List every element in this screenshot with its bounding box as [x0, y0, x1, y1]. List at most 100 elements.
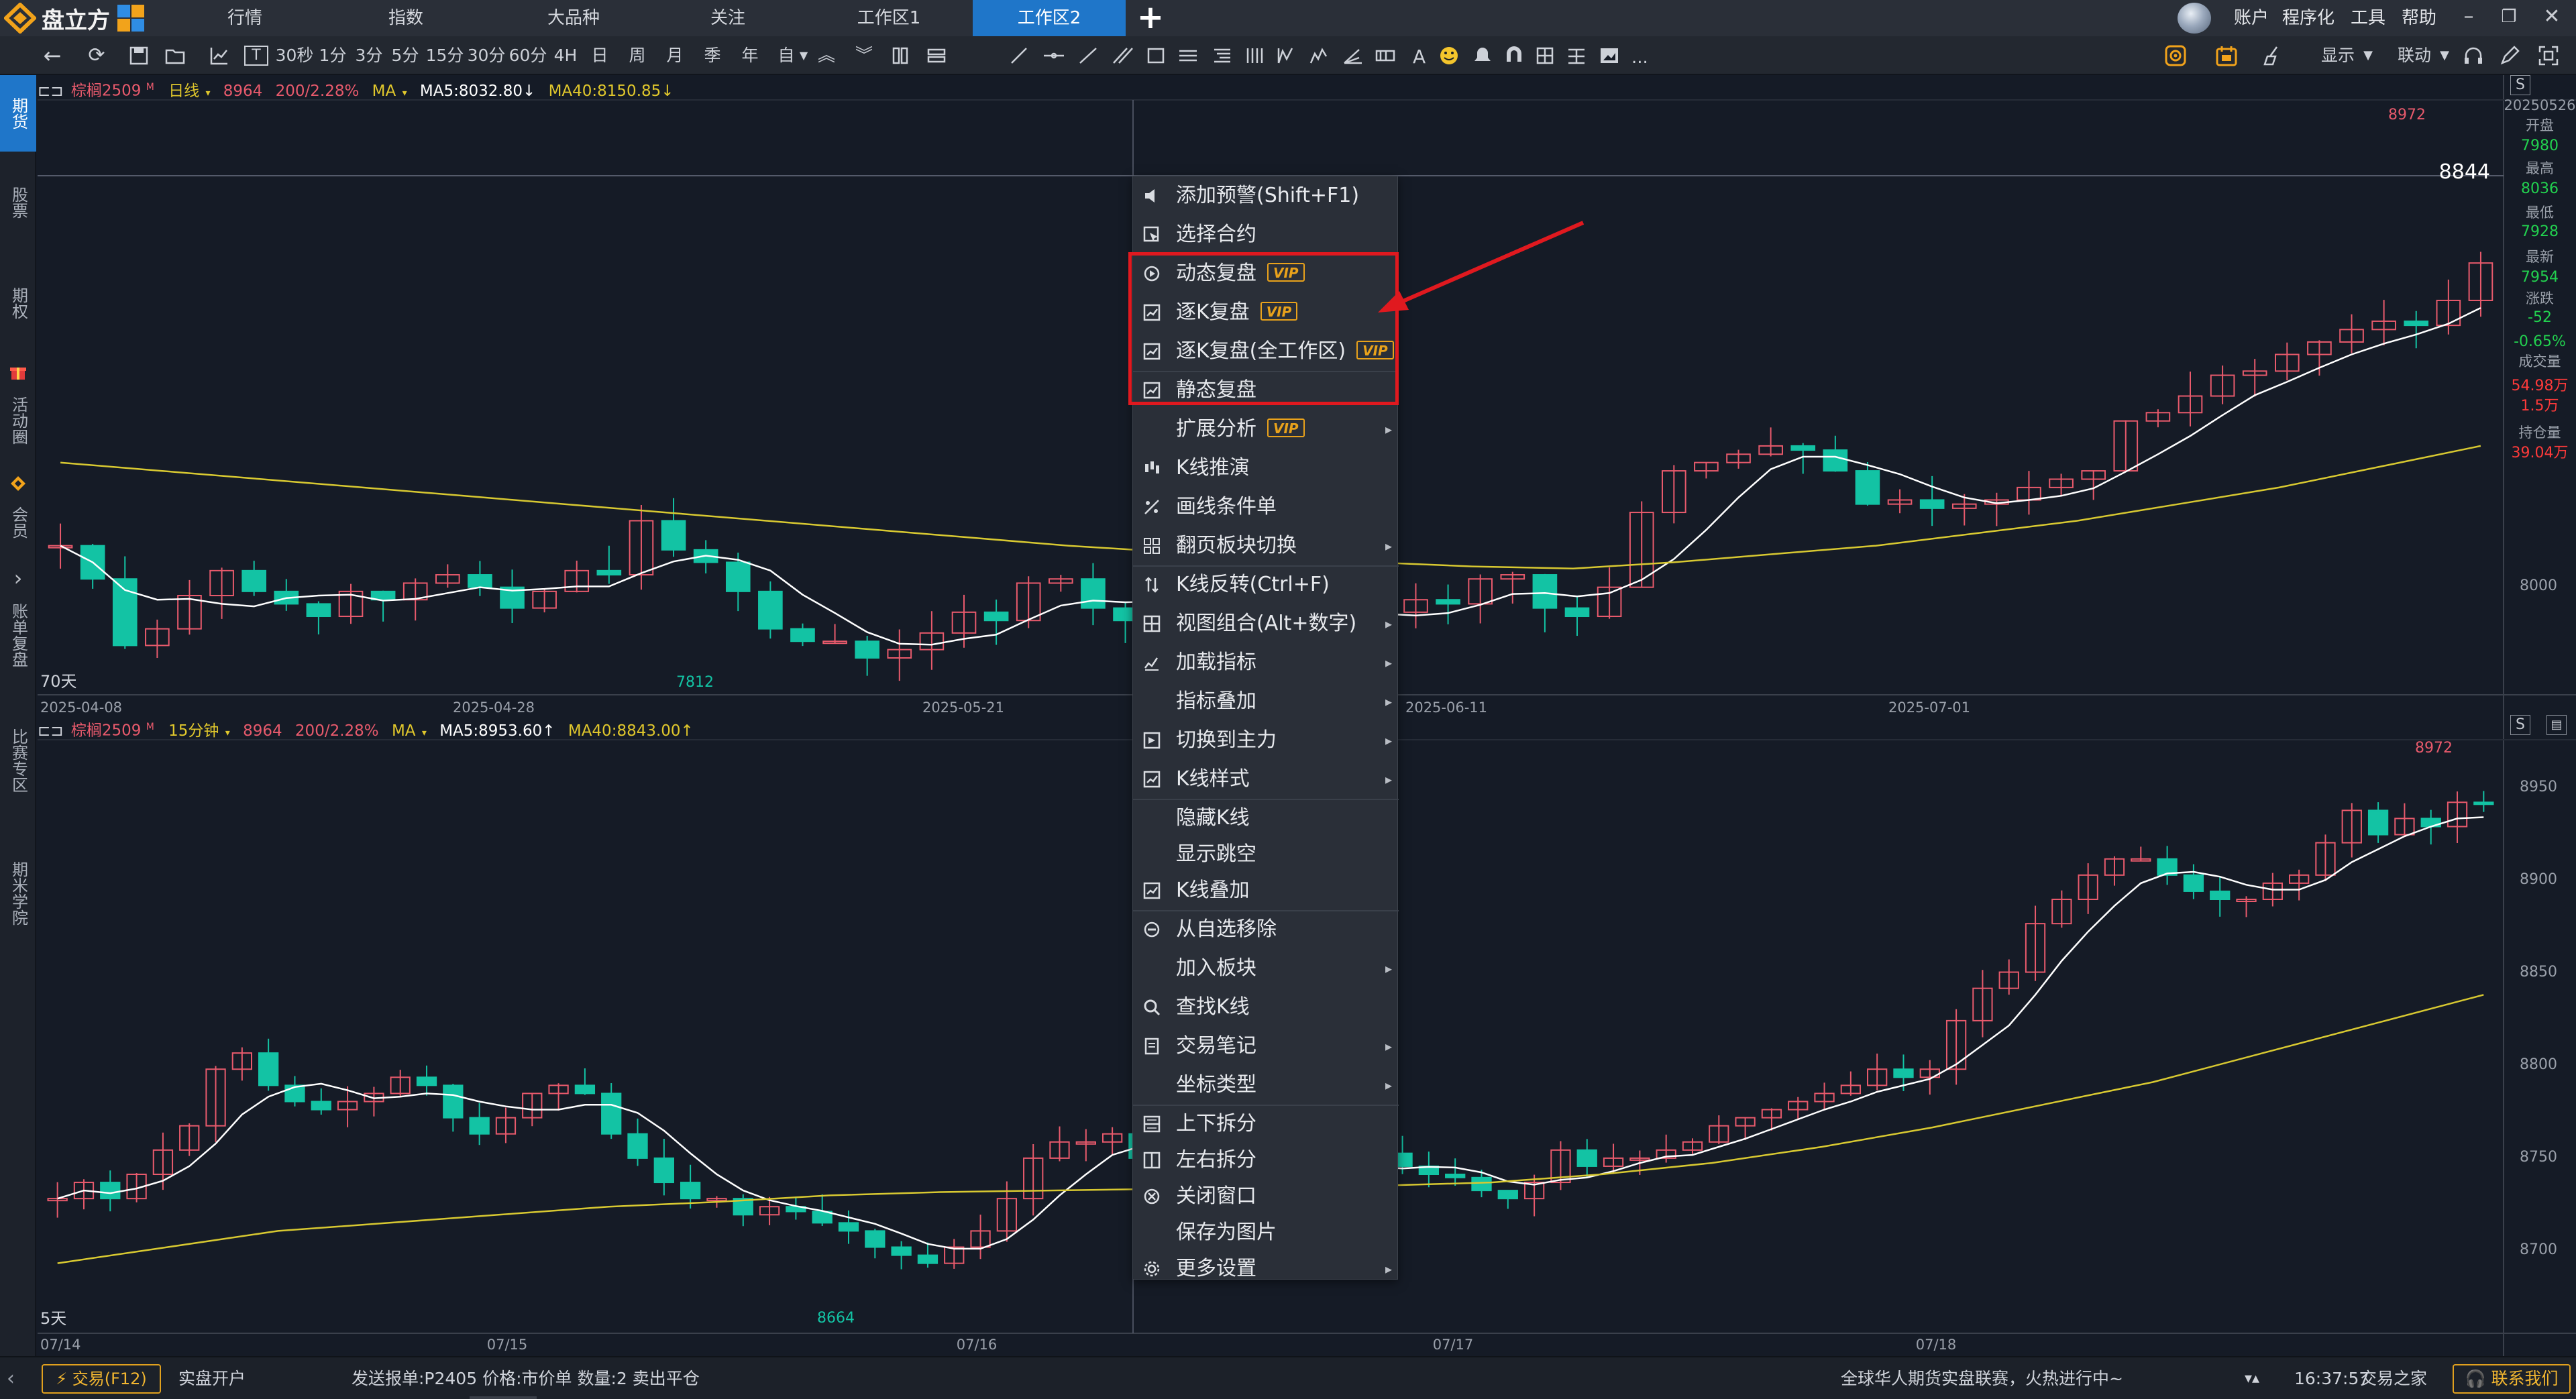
tab-index[interactable]: 指数	[362, 0, 449, 36]
menu-item-27[interactable]: 保存为图片	[1133, 1213, 1399, 1252]
drawing-tools-icons[interactable]: A ...	[885, 44, 1711, 67]
refresh-icon[interactable]: ⟳	[83, 36, 110, 75]
period-week[interactable]: 周	[624, 36, 651, 75]
period-15m[interactable]: 15分	[424, 36, 466, 75]
period-30m[interactable]: 30分	[466, 36, 507, 75]
broom-icon[interactable]	[2262, 44, 2289, 67]
menu-item-9[interactable]: 翻页板块切换 ▸	[1133, 526, 1399, 565]
close-icon[interactable]: ✕	[2532, 0, 2572, 36]
member-icon	[11, 476, 25, 491]
menu-item-17[interactable]: 显示跳空	[1133, 835, 1399, 874]
period-3m[interactable]: 3分	[352, 36, 386, 75]
link-dropdown[interactable]: 联动	[2388, 36, 2440, 75]
sidebar-item-member[interactable]: 会员	[0, 494, 36, 551]
period-60m[interactable]: 60分	[507, 36, 549, 75]
menu-item-24[interactable]: 上下拆分	[1133, 1105, 1399, 1143]
chevron-down-icon[interactable]: ▼	[797, 36, 810, 75]
menu-item-25[interactable]: 左右拆分	[1133, 1141, 1399, 1180]
period-day[interactable]: 日	[586, 36, 613, 75]
chevron-down-icon[interactable]: ▼	[2361, 36, 2375, 75]
candle-down	[758, 590, 783, 630]
letter-tool-icon: A	[1413, 46, 1426, 67]
period-30s[interactable]: 30秒	[274, 36, 315, 75]
period-month[interactable]: 月	[661, 36, 688, 75]
contact-button[interactable]: 🎧 联系我们	[2453, 1364, 2571, 1394]
menu-item-21[interactable]: 查找K线	[1133, 988, 1399, 1027]
menu-item-14[interactable]: 切换到主力 ▸	[1133, 721, 1399, 760]
sidebar-item-activity[interactable]: 活动圈	[0, 384, 36, 457]
minimize-icon[interactable]: –	[2449, 0, 2489, 36]
lightning-icon: ⚡	[56, 1369, 68, 1388]
tab-watch[interactable]: 关注	[684, 0, 771, 36]
menu-item-28[interactable]: 更多设置 ▸	[1133, 1249, 1399, 1288]
menu-item-8[interactable]: 画线条件单	[1133, 488, 1399, 526]
pen-icon[interactable]	[2498, 44, 2521, 67]
restore-icon[interactable]: ❐	[2489, 0, 2529, 36]
candle-down	[1081, 578, 1106, 609]
tab-major[interactable]: 大品种	[523, 0, 624, 36]
menu-item-20[interactable]: 加入板块 ▸	[1133, 949, 1399, 988]
back-icon[interactable]: ←	[39, 36, 66, 75]
menu-item-11[interactable]: 视图组合(Alt+数字) ▸	[1133, 604, 1399, 643]
panel-toggle-icon[interactable]: ▤	[2546, 715, 2567, 735]
tab-workspace-2[interactable]: 工作区2	[973, 0, 1126, 36]
menu-tools[interactable]: 工具	[2351, 0, 2385, 36]
add-tab-button[interactable]: +	[1134, 1, 1167, 35]
chart-icon[interactable]	[208, 44, 231, 67]
menu-item-26[interactable]: 关闭窗口	[1133, 1177, 1399, 1216]
scale-s-icon[interactable]: S	[2510, 715, 2530, 735]
period-4h[interactable]: 4H	[549, 36, 582, 75]
menu-item-12[interactable]: 加载指标 ▸	[1133, 643, 1399, 682]
menu-help[interactable]: 帮助	[2402, 0, 2436, 36]
period-5m[interactable]: 5分	[388, 36, 423, 75]
sidebar-item-stocks[interactable]: 股票	[0, 169, 36, 236]
open-account-link[interactable]: 实盘开户	[178, 1357, 246, 1399]
menu-item-label: 添加预警(Shift+F1)	[1176, 184, 1360, 207]
chevron-down-icon[interactable]: ▼	[2438, 36, 2451, 75]
open-folder-icon[interactable]	[164, 44, 186, 67]
menu-item-0[interactable]: 添加预警(Shift+F1)	[1133, 176, 1399, 215]
menu-item-15[interactable]: K线样式 ▸	[1133, 760, 1399, 799]
collapse-left-icon[interactable]: ‹	[7, 1357, 34, 1399]
kline-style-icon	[1143, 771, 1161, 788]
tab-workspace-1[interactable]: 工作区1	[835, 0, 943, 36]
display-dropdown[interactable]: 显示	[2312, 36, 2364, 75]
scale-s-icon[interactable]: S	[2510, 75, 2530, 95]
menu-account[interactable]: 账户	[2234, 0, 2269, 36]
sidebar-item-options[interactable]: 期权	[0, 270, 36, 337]
menu-item-18[interactable]: K线叠加	[1133, 871, 1399, 910]
collapse-arrow-icon[interactable]: ›	[0, 558, 36, 598]
period-custom[interactable]: 自	[773, 36, 800, 75]
horizontal-scrollbar[interactable]	[470, 1396, 537, 1399]
period-1m[interactable]: 1分	[315, 36, 350, 75]
trade-button[interactable]: ⚡ 交易(F12)	[42, 1364, 161, 1394]
menu-item-19[interactable]: 从自选移除	[1133, 910, 1399, 949]
avatar[interactable]	[2178, 3, 2211, 34]
calendar-orange-icon[interactable]	[2215, 44, 2242, 67]
period-year[interactable]: 年	[737, 36, 763, 75]
period-quarter[interactable]: 季	[699, 36, 726, 75]
menu-item-22[interactable]: 交易笔记 ▸	[1133, 1027, 1399, 1066]
fullscreen-icon[interactable]	[2537, 44, 2560, 67]
sidebar-item-contest[interactable]: 比赛专区	[0, 679, 36, 842]
menu-item-13[interactable]: 指标叠加 ▸	[1133, 682, 1399, 721]
zoom-in-icon[interactable]: ︽	[813, 36, 840, 75]
ticker-text[interactable]: 全球华人期货实盘联赛，火热进行中~	[1841, 1357, 2123, 1399]
text-tool-icon[interactable]: T	[244, 46, 268, 66]
menu-item-10[interactable]: K线反转(Ctrl+F)	[1133, 565, 1399, 604]
save-icon[interactable]	[127, 44, 150, 67]
zoom-out-icon[interactable]: ︾	[851, 36, 877, 75]
menu-item-16[interactable]: 隐藏K线	[1133, 799, 1399, 838]
brand-text[interactable]: 交易之家	[2360, 1357, 2427, 1399]
menu-item-7[interactable]: K线推演	[1133, 449, 1399, 488]
menu-item-23[interactable]: 坐标类型 ▸	[1133, 1066, 1399, 1105]
menu-item-1[interactable]: 选择合约	[1133, 215, 1399, 254]
menu-item-6[interactable]: 扩展分析 VIP ▸	[1133, 410, 1399, 449]
menu-programmatic[interactable]: 程序化	[2282, 0, 2334, 36]
view-combo-icon	[1143, 615, 1161, 632]
tab-market[interactable]: 行情	[201, 0, 288, 36]
sidebar-item-academy[interactable]: 期米学院	[0, 846, 36, 940]
headset-icon[interactable]	[2462, 44, 2485, 67]
replay-orange-icon[interactable]	[2164, 44, 2191, 67]
sidebar-item-futures[interactable]: 期货	[0, 75, 36, 152]
